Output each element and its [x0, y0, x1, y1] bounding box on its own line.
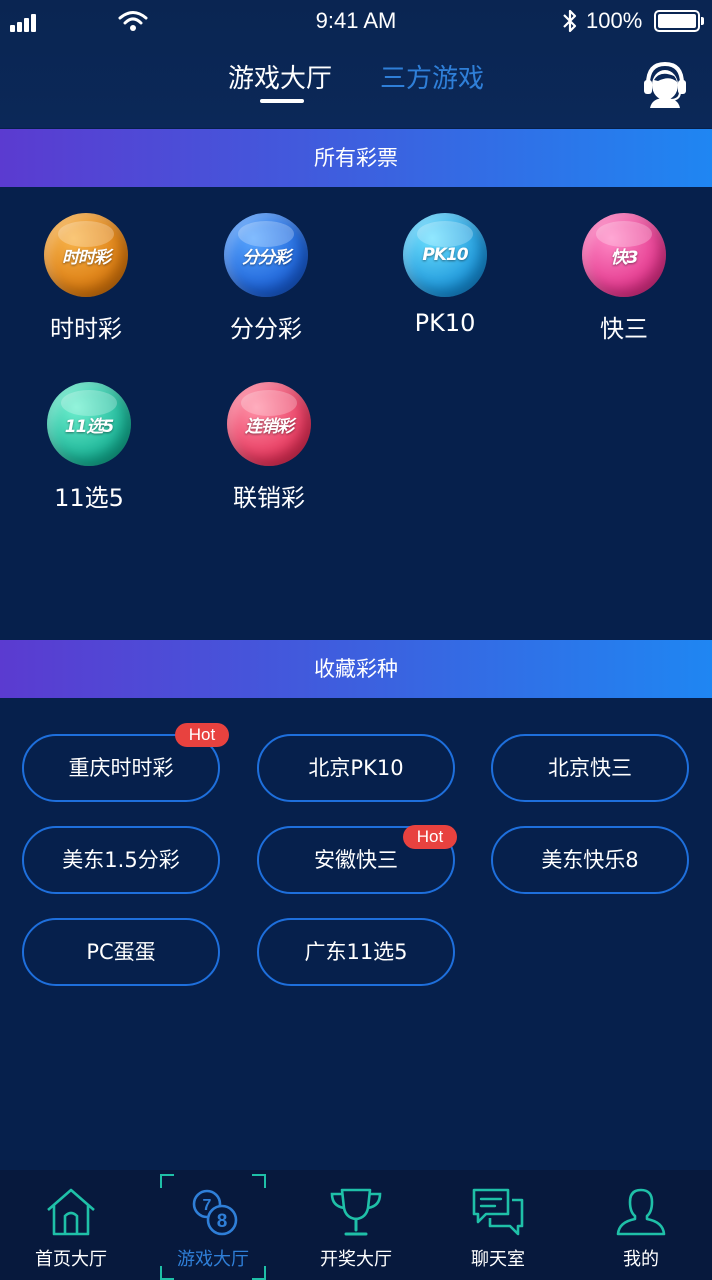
section-all-lottery: 所有彩票 [0, 129, 712, 187]
lottery-item-11x5[interactable]: 11选5 11选5 [19, 382, 159, 513]
sunrise-ball-icon: 连销彩 [227, 382, 311, 466]
favorite-meidong-kl8[interactable]: 美东快乐8 [491, 826, 689, 894]
nav-label: 首页大厅 [35, 1249, 107, 1270]
nav-label: 开奖大厅 [320, 1249, 392, 1270]
billiard-ball-icon: 时时彩 [44, 213, 128, 297]
wave-ball-icon: 11选5 [47, 382, 131, 466]
nav-label: 聊天室 [471, 1249, 525, 1270]
lottery-item-label: 快三 [600, 315, 648, 343]
user-icon [616, 1188, 666, 1236]
lottery-item-lxc[interactable]: 连销彩 联销彩 [199, 382, 339, 513]
stopwatch-ball-icon: 分分彩 [224, 213, 308, 297]
nav-label: 游戏大厅 [177, 1249, 249, 1270]
nav-game-lobby[interactable]: 7 8 游戏大厅 [142, 1170, 284, 1280]
customer-service-icon[interactable] [640, 58, 690, 110]
lottery-item-label: 时时彩 [50, 315, 122, 343]
active-tab-indicator [260, 99, 304, 103]
favorite-meidong-15[interactable]: 美东1.5分彩 [22, 826, 220, 894]
app-header: 9:41 AM 100% 游戏大厅 三方游戏 [0, 0, 712, 128]
lottery-item-pk10[interactable]: PK10 PK10 [375, 213, 515, 337]
nav-label: 我的 [623, 1249, 659, 1270]
lottery-item-ssc[interactable]: 时时彩 时时彩 [16, 213, 156, 344]
svg-text:8: 8 [217, 1211, 228, 1232]
lottery-item-label: 联销彩 [233, 484, 305, 512]
bottom-nav: 首页大厅 7 8 游戏大厅 开奖大厅 聊天室 我的 [0, 1170, 712, 1280]
favorite-beijing-pk10[interactable]: 北京PK10 [257, 734, 455, 802]
lottery-balls-icon: 7 8 [192, 1189, 238, 1236]
battery-icon [654, 10, 704, 32]
tab-game-lobby[interactable]: 游戏大厅 [228, 58, 332, 95]
chat-icon [472, 1188, 524, 1236]
hot-badge: Hot [175, 723, 229, 747]
favorite-beijing-k3[interactable]: 北京快三 [491, 734, 689, 802]
tab-third-party-games[interactable]: 三方游戏 [380, 58, 484, 95]
lottery-item-label: 分分彩 [230, 315, 302, 343]
nav-mine[interactable]: 我的 [570, 1170, 712, 1280]
hot-badge: Hot [403, 825, 457, 849]
lottery-item-k3[interactable]: 快3 快三 [554, 213, 694, 344]
favorite-pc-dandan[interactable]: PC蛋蛋 [22, 918, 220, 986]
nav-draw-results[interactable]: 开奖大厅 [285, 1170, 427, 1280]
lottery-item-ffc[interactable]: 分分彩 分分彩 [196, 213, 336, 344]
section-favorites: 收藏彩种 [0, 640, 712, 698]
lottery-item-label: 11选5 [54, 484, 124, 512]
svg-text:7: 7 [203, 1197, 212, 1214]
bluetooth-icon [563, 9, 577, 33]
nav-chat-room[interactable]: 聊天室 [427, 1170, 569, 1280]
battery-percent: 100% [586, 8, 643, 33]
trophy-icon [330, 1188, 382, 1236]
lottery-item-label: PK10 [414, 309, 476, 337]
racecar-ball-icon: PK10 [403, 213, 487, 297]
favorite-guangdong-11x5[interactable]: 广东11选5 [257, 918, 455, 986]
nav-home[interactable]: 首页大厅 [0, 1170, 142, 1280]
home-icon [47, 1188, 95, 1236]
status-bar: 9:41 AM 100% [0, 0, 712, 44]
dice-ball-icon: 快3 [582, 213, 666, 297]
